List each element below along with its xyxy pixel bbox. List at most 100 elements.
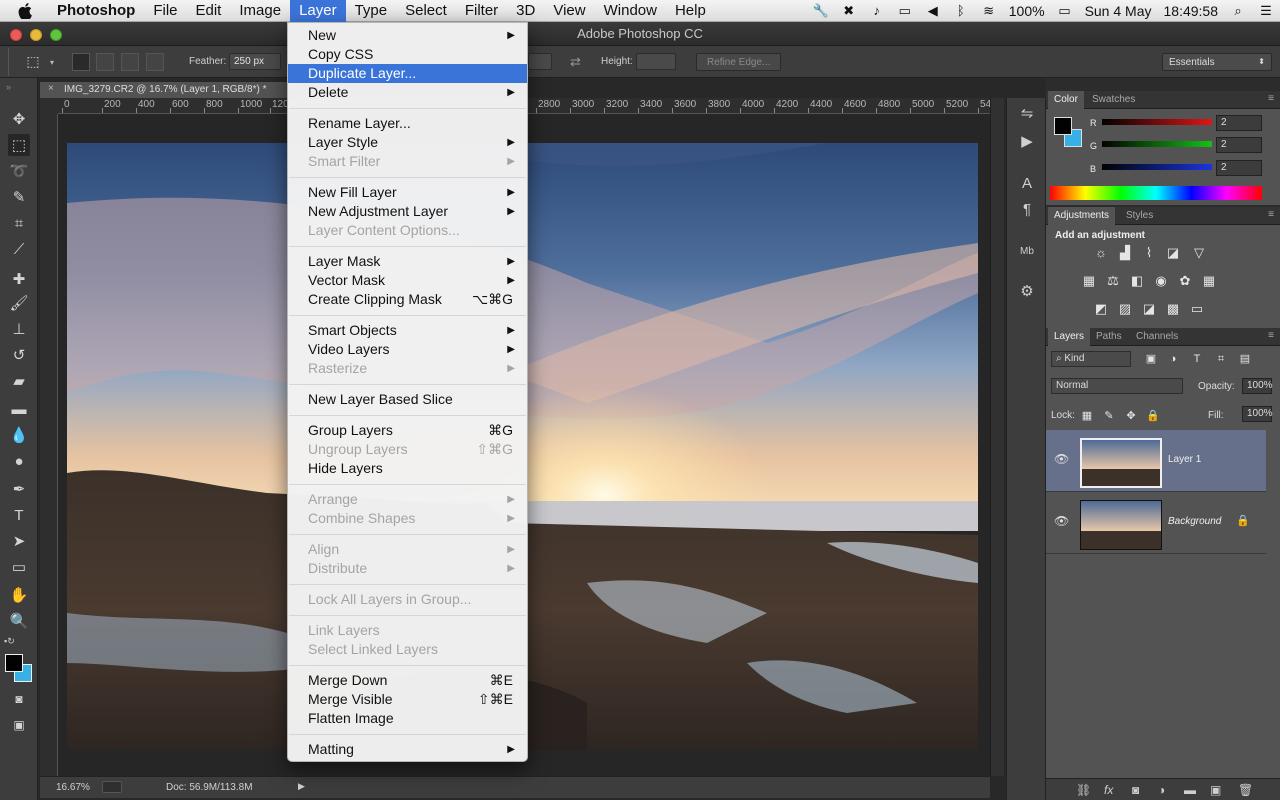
fill-input[interactable]: 100%	[1242, 406, 1273, 422]
gradient-tool-icon[interactable]: ▬	[8, 398, 30, 420]
blend-mode-select[interactable]: Normal	[1051, 378, 1183, 394]
menu-item-delete[interactable]: Delete ▶	[288, 83, 527, 102]
actions-panel-icon[interactable]: ▶	[1017, 132, 1037, 152]
music-icon[interactable]: ♪	[869, 4, 885, 18]
color-balance-icon[interactable]: ⚖	[1104, 273, 1122, 289]
delete-layer-icon[interactable]: 🗑	[1238, 783, 1253, 797]
brightness-contrast-icon[interactable]: ☼	[1092, 245, 1110, 261]
clock-date[interactable]: Sun 4 May	[1085, 3, 1152, 19]
dodge-tool-icon[interactable]: ●	[8, 450, 30, 472]
status-menu-arrow-icon[interactable]: ▶	[298, 781, 305, 792]
airplay-icon[interactable]: ▭	[897, 4, 913, 18]
new-group-icon[interactable]: ▬	[1184, 783, 1196, 797]
workspace-select[interactable]: Essentials ⬍	[1162, 53, 1272, 71]
adjustments-panel-menu-icon[interactable]: ≡	[1268, 209, 1274, 220]
levels-icon[interactable]: ▟	[1116, 245, 1134, 261]
channel-g-slider[interactable]	[1102, 141, 1212, 147]
tab-swatches[interactable]: Swatches	[1086, 91, 1141, 109]
close-document-icon[interactable]: ×	[48, 83, 54, 94]
lock-position-icon[interactable]: ✥	[1122, 408, 1140, 424]
menu-item-layer-mask[interactable]: Layer Mask ▶	[288, 252, 527, 271]
filter-kind-select[interactable]: ⌕ Kind	[1051, 351, 1131, 367]
filter-type-icon[interactable]: T	[1188, 351, 1206, 367]
vibrance-icon[interactable]: ▽	[1190, 245, 1208, 261]
menu-item-create-clipping-mask[interactable]: Create Clipping Mask ⌥⌘G	[288, 290, 527, 309]
library-panel-icon[interactable]: Mb	[1017, 242, 1037, 262]
channel-mixer-icon[interactable]: ✿	[1176, 273, 1194, 289]
menu-item-new-layer-based-slice[interactable]: New Layer Based Slice	[288, 390, 527, 409]
menu-item-duplicate-layer[interactable]: Duplicate Layer...	[288, 64, 527, 83]
menu-item-smart-objects[interactable]: Smart Objects ▶	[288, 321, 527, 340]
menu-item-vector-mask[interactable]: Vector Mask ▶	[288, 271, 527, 290]
photo-filter-icon[interactable]: ◉	[1152, 273, 1170, 289]
screen-mode-icon[interactable]: ▣	[8, 714, 30, 736]
menu-filter[interactable]: Filter	[456, 0, 507, 22]
menu-image[interactable]: Image	[230, 0, 290, 22]
menu-item-new[interactable]: New ▶	[288, 26, 527, 45]
menu-select[interactable]: Select	[396, 0, 456, 22]
zoom-level[interactable]: 16.67%	[56, 782, 90, 793]
tab-channels[interactable]: Channels	[1130, 328, 1184, 346]
battery-icon[interactable]: ▭	[1057, 4, 1073, 18]
rectangular-marquee-tool-icon[interactable]: ⬚	[8, 134, 30, 156]
menu-item-new-adjustment-layer[interactable]: New Adjustment Layer ▶	[288, 202, 527, 221]
new-layer-icon[interactable]: ▣	[1210, 783, 1221, 797]
menu-window[interactable]: Window	[595, 0, 666, 22]
channel-r-slider[interactable]	[1102, 119, 1212, 125]
blur-tool-icon[interactable]: 💧	[8, 424, 30, 446]
menu-photoshop[interactable]: Photoshop	[48, 0, 144, 22]
menu-item-new-fill-layer[interactable]: New Fill Layer ▶	[288, 183, 527, 202]
intersect-selection-button[interactable]	[146, 53, 164, 71]
color-panel-menu-icon[interactable]: ≡	[1268, 93, 1274, 104]
menu-item-layer-style[interactable]: Layer Style ▶	[288, 133, 527, 152]
wrench-icon[interactable]: 🔧	[813, 4, 829, 18]
default-colors-icon[interactable]: ▪↻	[4, 636, 15, 647]
menu-item-video-layers[interactable]: Video Layers ▶	[288, 340, 527, 359]
curves-icon[interactable]: ⌇	[1140, 245, 1158, 261]
threshold-icon[interactable]: ◪	[1140, 301, 1158, 317]
lasso-tool-icon[interactable]: ➰	[8, 160, 30, 182]
new-adjustment-icon[interactable]: ◑	[1158, 783, 1165, 797]
color-spectrum-ramp[interactable]	[1050, 186, 1262, 200]
vertical-scrollbar[interactable]	[990, 98, 1004, 776]
menu-item-group-layers[interactable]: Group Layers ⌘G	[288, 421, 527, 440]
character-panel-icon[interactable]: A	[1017, 174, 1037, 194]
new-selection-button[interactable]	[72, 53, 90, 71]
lock-pixels-icon[interactable]: ✎	[1100, 408, 1118, 424]
menu-edit[interactable]: Edit	[187, 0, 231, 22]
swap-dimensions-icon[interactable]: ⇄	[570, 54, 581, 70]
quick-mask-icon[interactable]: ◙	[8, 688, 30, 710]
black-white-icon[interactable]: ◧	[1128, 273, 1146, 289]
type-tool-icon[interactable]: T	[8, 504, 30, 526]
layer-name[interactable]: Background	[1168, 516, 1221, 527]
rectangle-tool-icon[interactable]: ▭	[8, 556, 30, 578]
marquee-preset-icon[interactable]: ⬚	[22, 50, 44, 72]
move-tool-icon[interactable]: ✥	[8, 108, 30, 130]
width-input[interactable]	[528, 53, 552, 70]
channel-g-input[interactable]: 2	[1216, 137, 1262, 153]
filter-adjustment-icon[interactable]: ◑	[1164, 351, 1182, 367]
battery-percent[interactable]: 100%	[1009, 3, 1045, 19]
menu-item-matting[interactable]: Matting ▶	[288, 740, 527, 759]
lock-all-icon[interactable]: 🔒	[1144, 408, 1162, 424]
tab-adjustments[interactable]: Adjustments	[1048, 207, 1116, 225]
apple-icon[interactable]	[16, 2, 34, 20]
history-brush-tool-icon[interactable]: ↺	[8, 344, 30, 366]
crop-tool-icon[interactable]: ⌗	[8, 212, 30, 234]
tab-styles[interactable]: Styles	[1120, 207, 1159, 225]
tab-color[interactable]: Color	[1048, 91, 1084, 109]
foreground-color-swatch[interactable]	[5, 654, 23, 672]
gradient-map-icon[interactable]: ▭	[1188, 301, 1206, 317]
document-tab[interactable]: × IMG_3279.CR2 @ 16.7% (Layer 1, RGB/8*)…	[40, 82, 290, 98]
wifi-icon[interactable]: ≋	[981, 4, 997, 18]
volume-icon[interactable]: ◀	[925, 4, 941, 18]
filter-pixel-icon[interactable]: ▣	[1142, 351, 1160, 367]
channel-b-input[interactable]: 2	[1216, 160, 1262, 176]
invert-icon[interactable]: ◩	[1092, 301, 1110, 317]
add-selection-button[interactable]	[96, 53, 114, 71]
link-layers-icon[interactable]: ⛓	[1076, 783, 1091, 797]
channel-r-input[interactable]: 2	[1216, 115, 1262, 131]
menu-item-flatten-image[interactable]: Flatten Image	[288, 709, 527, 728]
channel-b-slider[interactable]	[1102, 164, 1212, 170]
healing-brush-tool-icon[interactable]: ✚	[8, 268, 30, 290]
